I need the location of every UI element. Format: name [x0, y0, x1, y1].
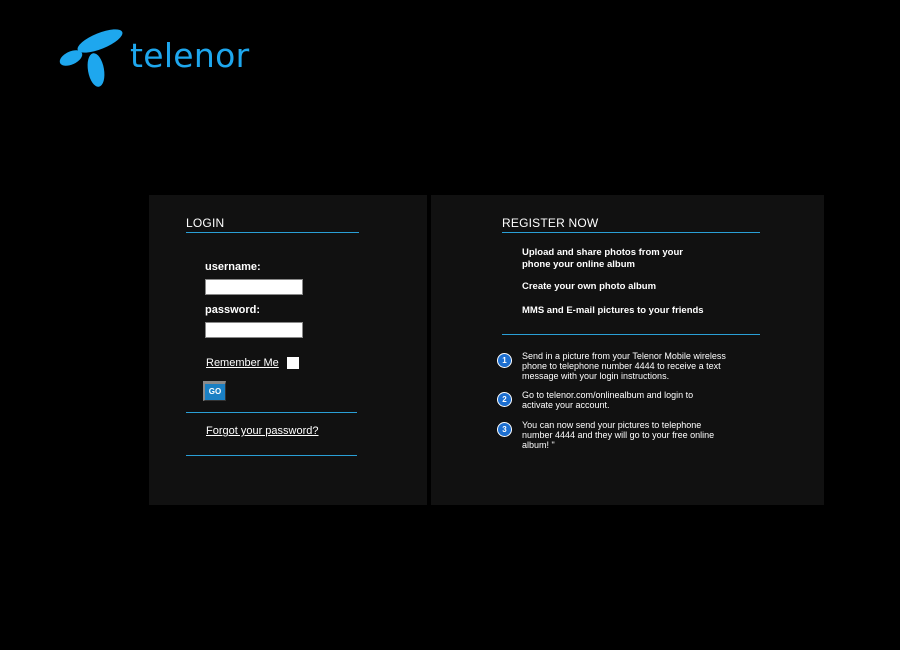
step-1-text: Send in a picture from your Telenor Mobi…	[522, 351, 726, 381]
password-input[interactable]	[205, 322, 303, 338]
login-heading: LOGIN	[186, 216, 225, 230]
feature-upload: Upload and share photos from your phone …	[522, 247, 683, 270]
register-divider	[502, 334, 760, 335]
password-label: password:	[205, 304, 261, 316]
username-input[interactable]	[205, 279, 303, 295]
remember-me-label[interactable]: Remember Me	[206, 357, 279, 369]
login-bottom-divider	[186, 455, 357, 456]
register-heading-divider	[502, 232, 760, 233]
feature-mms: MMS and E-mail pictures to your friends	[522, 305, 704, 316]
forgot-password-link[interactable]: Forgot your password?	[206, 425, 319, 437]
remember-me-checkbox[interactable]	[287, 357, 299, 369]
telenor-logo: telenor	[58, 24, 250, 90]
register-heading: REGISTER NOW	[502, 216, 599, 230]
go-button[interactable]: GO	[203, 381, 226, 401]
step-3-badge: 3	[497, 422, 512, 437]
register-panel: REGISTER NOW Upload and share photos fro…	[431, 195, 824, 505]
step-1-badge: 1	[497, 353, 512, 368]
step-2-text: Go to telenor.com/onlinealbum and login …	[522, 390, 694, 410]
login-heading-divider	[186, 232, 359, 233]
login-divider	[186, 412, 357, 413]
step-2-badge: 2	[497, 392, 512, 407]
telenor-propeller-icon	[59, 29, 123, 87]
feature-album: Create your own photo album	[522, 281, 657, 292]
login-panel: LOGIN username: password: Remember Me GO…	[149, 195, 427, 505]
brand-name: telenor	[130, 36, 250, 75]
step-3-text: You can now send your pictures to teleph…	[522, 420, 715, 450]
username-label: username:	[205, 261, 261, 273]
